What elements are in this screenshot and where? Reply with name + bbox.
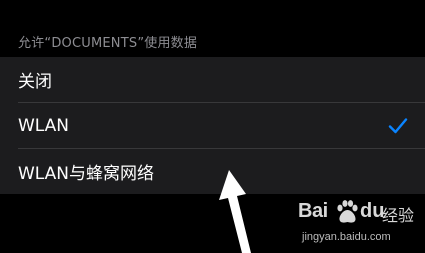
baidu-paw-logo <box>337 200 358 223</box>
arrow-pointer-icon <box>219 170 251 253</box>
option-row-off[interactable]: 关闭 <box>0 57 425 102</box>
watermark-product: 经验 <box>382 206 415 225</box>
watermark-brand-left: Bai <box>298 200 328 222</box>
cellular-data-settings-screen: 允许“DOCUMENTS”使用数据 关闭 WLAN WLAN与蜂窝网络 Bai <box>0 0 425 253</box>
watermark-brand-right: du <box>360 200 385 222</box>
option-row-wlan[interactable]: WLAN <box>0 103 425 148</box>
watermark-url: jingyan.baidu.com <box>302 231 391 243</box>
option-row-wlan-cellular[interactable]: WLAN与蜂窝网络 <box>0 149 425 194</box>
option-label-wlan: WLAN <box>18 115 70 136</box>
option-label-wlan-cellular: WLAN与蜂窝网络 <box>18 164 155 184</box>
option-label-off: 关闭 <box>18 72 52 92</box>
section-header: 允许“DOCUMENTS”使用数据 <box>18 36 198 51</box>
baidu-jingyan-watermark: Bai du 经验 jingyan.baidu.com <box>296 196 422 250</box>
data-usage-options-group: 关闭 WLAN WLAN与蜂窝网络 <box>0 57 425 194</box>
watermark-logo-row: Bai du 经验 <box>296 196 422 230</box>
checkmark-icon <box>388 118 408 134</box>
